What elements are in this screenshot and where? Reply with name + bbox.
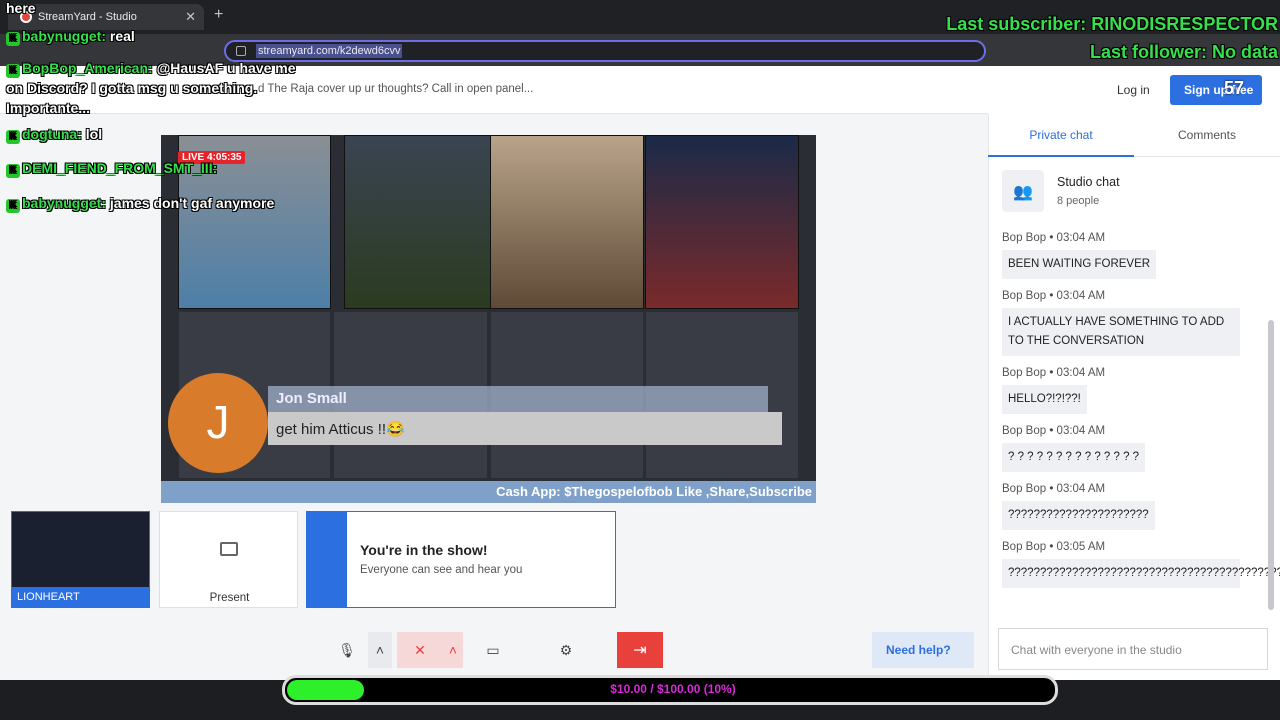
message-time: 03:04 AM — [1056, 367, 1106, 379]
signup-button[interactable]: Sign up free — [1170, 75, 1262, 105]
commenter-avatar: J — [168, 373, 268, 473]
overlay-chat-line: Kdogtuna: lol — [6, 126, 102, 144]
message-text: HELLO?!?!??! — [1002, 385, 1087, 414]
message-author: Bop Bop — [1002, 483, 1047, 495]
camera-options-chevron-icon[interactable]: ˄ — [443, 632, 463, 668]
message-time: 03:04 AM — [1056, 290, 1106, 302]
overlay-chat-line: Kbabynugget: james don't gaf anymore — [6, 192, 296, 214]
tab-comments[interactable]: Comments — [1134, 128, 1280, 142]
message-text: ?????????????????????? — [1002, 501, 1155, 530]
broadcast-title: d The Raja cover up ur thoughts? Call in… — [258, 83, 534, 95]
overlay-chat-line: K BopBop_American: @HausAF u have me on D… — [6, 60, 296, 116]
kick-badge-icon: K — [6, 32, 20, 46]
tab-private-chat[interactable]: Private chat — [988, 128, 1134, 157]
message-text: BEEN WAITING FOREVER — [1002, 250, 1157, 279]
message-author: Bop Bop — [1002, 425, 1047, 437]
guest-video-3 — [490, 135, 644, 309]
donation-goal-bar: $10.00 / $100.00 (10%) — [282, 675, 1058, 705]
chat-message: Bop Bop • 03:04 AM BEEN WAITING FOREVER — [1002, 232, 1157, 279]
present-label: Present — [209, 592, 250, 604]
message-text: I ACTUALLY HAVE SOMETHING TO ADD TO THE … — [1002, 308, 1240, 356]
present-button[interactable]: Present — [159, 511, 298, 608]
login-link[interactable]: Log in — [1117, 83, 1150, 97]
chat-scrollbar[interactable] — [1268, 320, 1274, 610]
comment-banner-name: Jon Small — [268, 386, 768, 412]
chat-message: Bop Bop • 03:05 AM??????????????????????… — [1002, 541, 1280, 588]
message-time: 03:04 AM — [1056, 232, 1106, 244]
screen-share-icon — [220, 542, 238, 556]
last-follower-alert: Last follower: No data — [1089, 42, 1278, 62]
message-time: 03:05 AM — [1056, 541, 1106, 553]
lock-icon — [236, 46, 246, 56]
self-name-label: LIONHEART — [11, 587, 150, 608]
viewer-count: 57 — [1224, 78, 1245, 98]
browser-tab[interactable]: StreamYard - Studio ✕ — [8, 4, 204, 30]
overlay-chat-line: K DEMI_FIEND_FROM_SMT_III: — [6, 160, 217, 178]
sidebar-tabs: Private chat Comments — [988, 114, 1280, 157]
kick-badge-icon: K — [6, 64, 20, 78]
user-badge-icon — [307, 512, 347, 607]
comment-banner-message: get him Atticus !!😂 — [268, 412, 782, 445]
kick-badge-icon: K — [6, 130, 20, 144]
in-show-title: You're in the show! — [360, 542, 488, 558]
ticker-banner: Cash App: $Thegospelofbob Like ,Share,Su… — [161, 481, 816, 503]
camera-off-icon[interactable]: ✕ — [397, 632, 443, 668]
kick-badge-icon: K — [6, 164, 20, 178]
message-text: ????????????????????????????????????????… — [1002, 559, 1280, 588]
chat-message: Bop Bop • 03:04 AM HELLO?!?!??! — [1002, 367, 1105, 414]
microphone-icon[interactable]: 🎙 — [330, 632, 364, 668]
message-author: Bop Bop — [1002, 232, 1047, 244]
mic-options-chevron-icon[interactable]: ˄ — [368, 632, 392, 668]
message-time: 03:04 AM — [1056, 425, 1106, 437]
tab-title: StreamYard - Studio — [38, 11, 137, 23]
last-subscriber-alert: Last subscriber: RINODISRESPECTOR — [946, 14, 1278, 34]
close-tab-icon[interactable]: ✕ — [185, 9, 196, 25]
chat-message: Bop Bop • 03:04 AM I ACTUALLY HAVE SOMETH… — [1002, 290, 1240, 356]
message-author: Bop Bop — [1002, 541, 1047, 553]
group-icon: 👥 — [1002, 170, 1044, 212]
in-show-subtitle: Everyone can see and hear you — [360, 564, 523, 576]
chat-input[interactable]: Chat with everyone in the studio — [998, 628, 1268, 670]
chat-message: Bop Bop • 03:04 AM? ? ? ? ? ? ? ? ? ? ? … — [1002, 425, 1146, 472]
goal-progress-text: $10.00 / $100.00 (10%) — [610, 682, 736, 696]
settings-gear-icon[interactable]: ⚙ — [549, 632, 583, 668]
share-screen-icon[interactable]: ▭ — [476, 632, 510, 668]
in-show-notice: You're in the show! Everyone can see and… — [306, 511, 616, 608]
kick-badge-icon: K — [6, 199, 20, 213]
chat-message: Bop Bop • 03:04 AM?????????????????????? — [1002, 483, 1155, 530]
overlay-chat-line: Kbabynugget: real — [6, 28, 135, 46]
guest-video-4 — [645, 135, 799, 309]
new-tab-icon[interactable]: + — [214, 6, 223, 24]
message-author: Bop Bop — [1002, 367, 1047, 379]
address-bar[interactable]: streamyard.com/k2dewd6cvv — [224, 40, 986, 62]
studio-chat-title: Studio chat — [1057, 175, 1120, 189]
message-author: Bop Bop — [1002, 290, 1047, 302]
url-text: streamyard.com/k2dewd6cvv — [256, 44, 403, 58]
message-time: 03:04 AM — [1056, 483, 1106, 495]
guest-video-2 — [344, 135, 491, 309]
message-text: ? ? ? ? ? ? ? ? ? ? ? ? ? ? — [1002, 443, 1146, 472]
overlay-top-word: here — [6, 0, 36, 16]
leave-studio-button[interactable]: ⇥ — [617, 632, 663, 668]
studio-people-count: 8 people — [1057, 195, 1100, 207]
need-help-button[interactable]: Need help? — [872, 632, 974, 668]
